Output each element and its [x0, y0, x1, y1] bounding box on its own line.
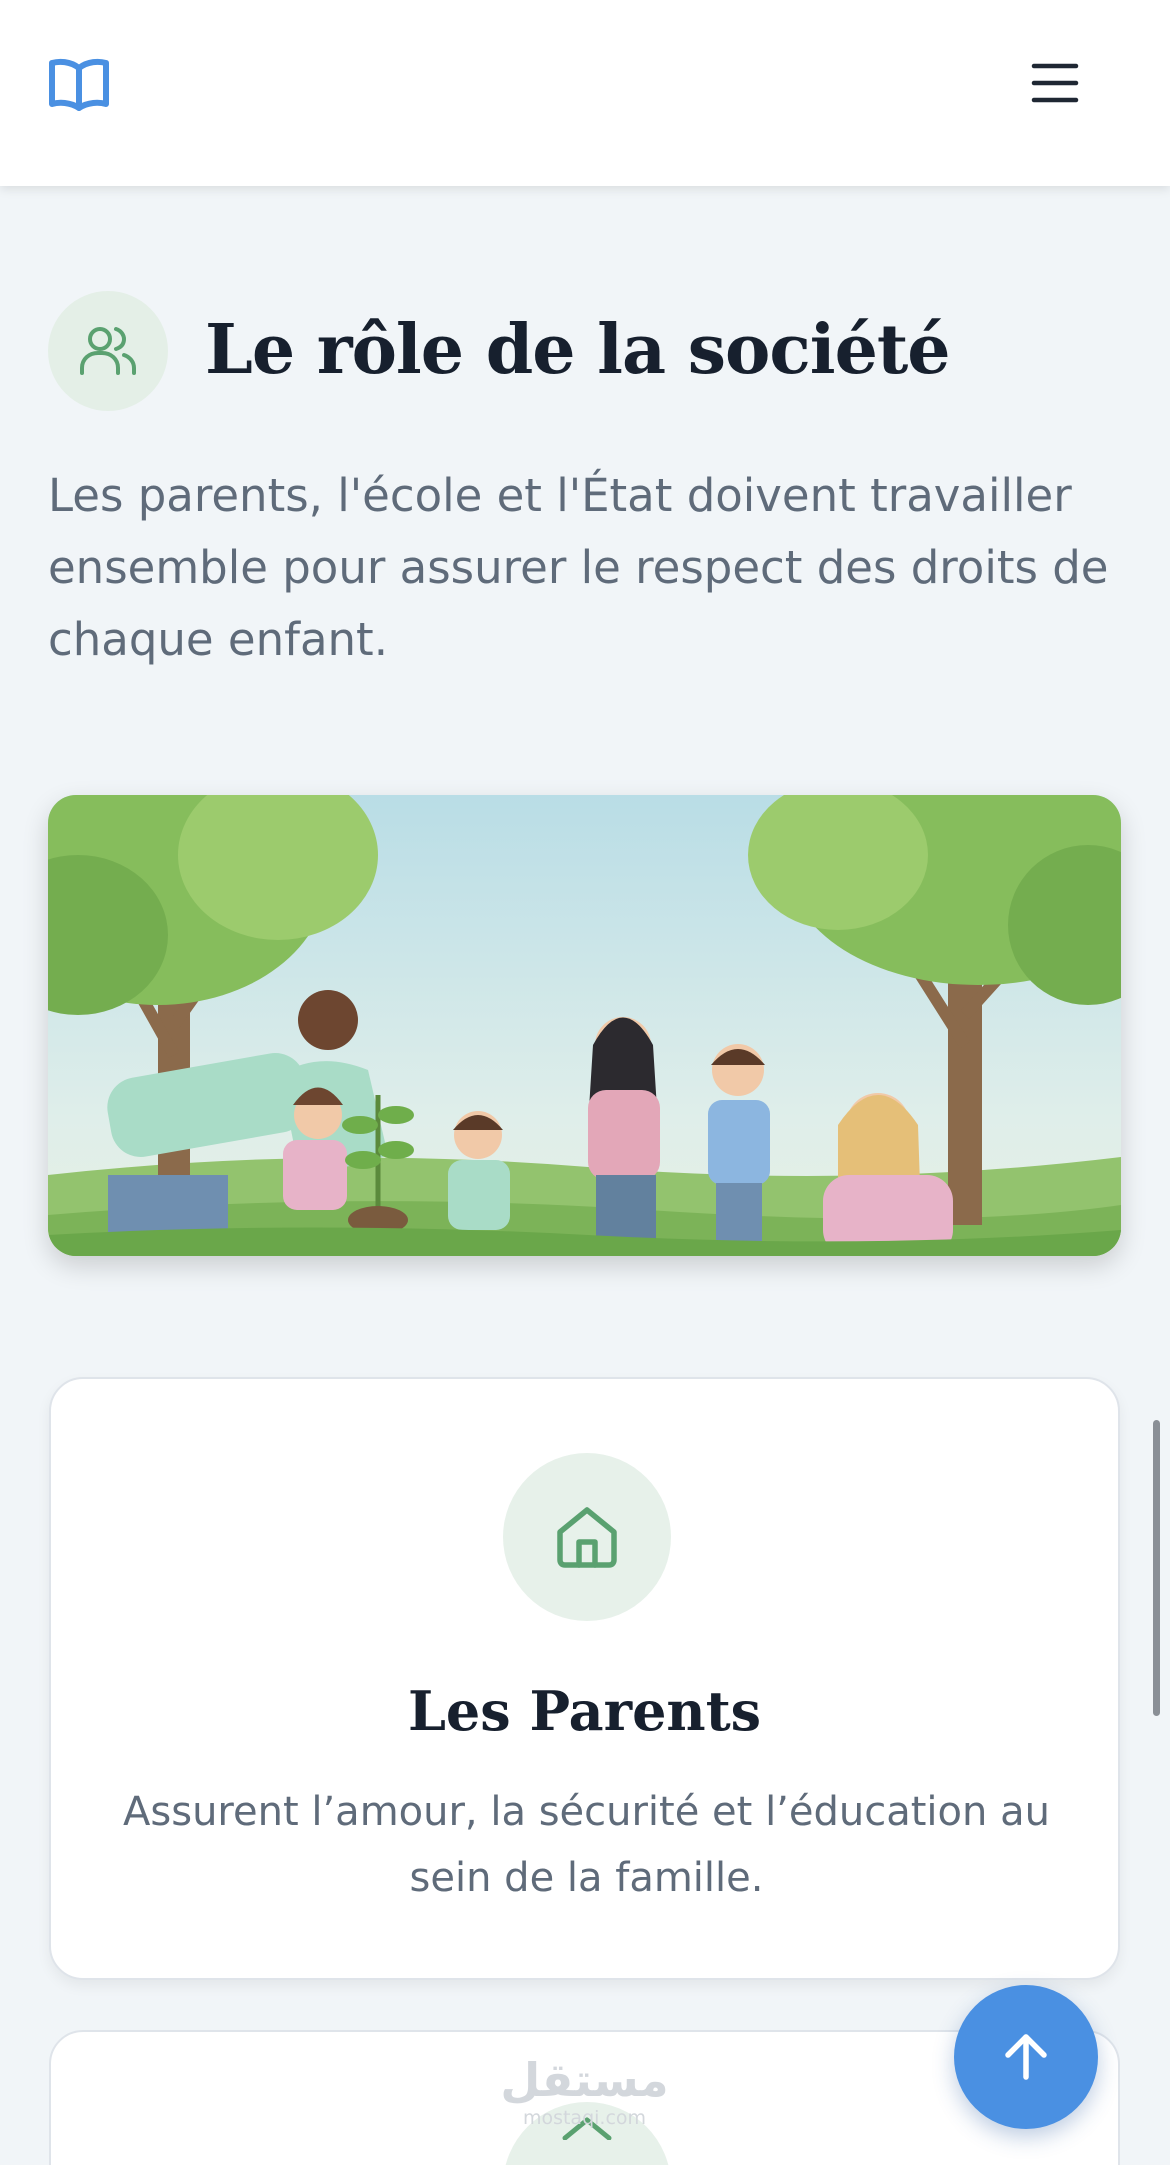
watermark-url: mostaqi.com [522, 2107, 647, 2129]
scrollbar-thumb[interactable] [1153, 1420, 1160, 1716]
community-illustration [48, 795, 1121, 1256]
users-icon [48, 291, 168, 411]
open-book-icon[interactable] [48, 56, 110, 112]
section-title: Le rôle de la société [205, 310, 951, 390]
top-navbar [0, 0, 1170, 186]
scroll-to-top-button[interactable] [954, 1985, 1098, 2129]
home-icon [503, 1453, 671, 1621]
card-title: Les Parents [407, 1679, 762, 1743]
hamburger-menu-icon[interactable] [1030, 60, 1080, 106]
role-card-parents: Les Parents Assurent l’amour, la sécurit… [49, 1377, 1120, 1980]
arrow-up-icon [1005, 2034, 1047, 2080]
section-description: Les parents, l'école et l'État doivent t… [48, 469, 1109, 666]
card-description: Assurent l’amour, la sécurité et l’éduca… [123, 1789, 1050, 1901]
